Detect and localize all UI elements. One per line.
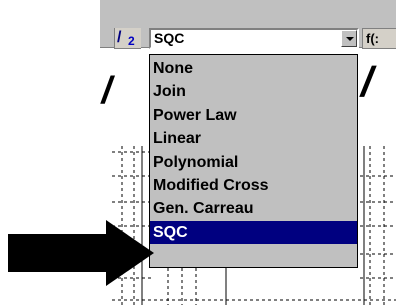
model-dropdown-list[interactable]: None Join Power Law Linear Polynomial Mo… [149, 54, 358, 268]
pointer-arrow-icon [8, 220, 154, 286]
model-select[interactable]: SQC [149, 28, 359, 49]
formula-button[interactable]: f(: [362, 28, 396, 49]
diagonal-line-icon: / [117, 29, 122, 46]
fit-toggle-button[interactable]: / 2 [114, 28, 141, 49]
model-select-value: SQC [154, 30, 185, 46]
dropdown-item-join[interactable]: Join [150, 80, 357, 103]
dropdown-item-polynomial[interactable]: Polynomial [150, 151, 357, 174]
dropdown-item-power-law[interactable]: Power Law [150, 104, 357, 127]
chevron-down-icon[interactable] [341, 30, 357, 47]
dropdown-item-modified-cross[interactable]: Modified Cross [150, 174, 357, 197]
partial-slash-glyph: / [98, 70, 117, 112]
dropdown-item-gen-carreau[interactable]: Gen. Carreau [150, 197, 357, 220]
dropdown-item-sqc[interactable]: SQC [150, 220, 357, 245]
dropdown-item-linear[interactable]: Linear [150, 127, 357, 150]
dropdown-item-none[interactable]: None [150, 57, 357, 80]
partial-slash-glyph-right: / [357, 58, 379, 105]
fit-toggle-number: 2 [128, 34, 135, 48]
